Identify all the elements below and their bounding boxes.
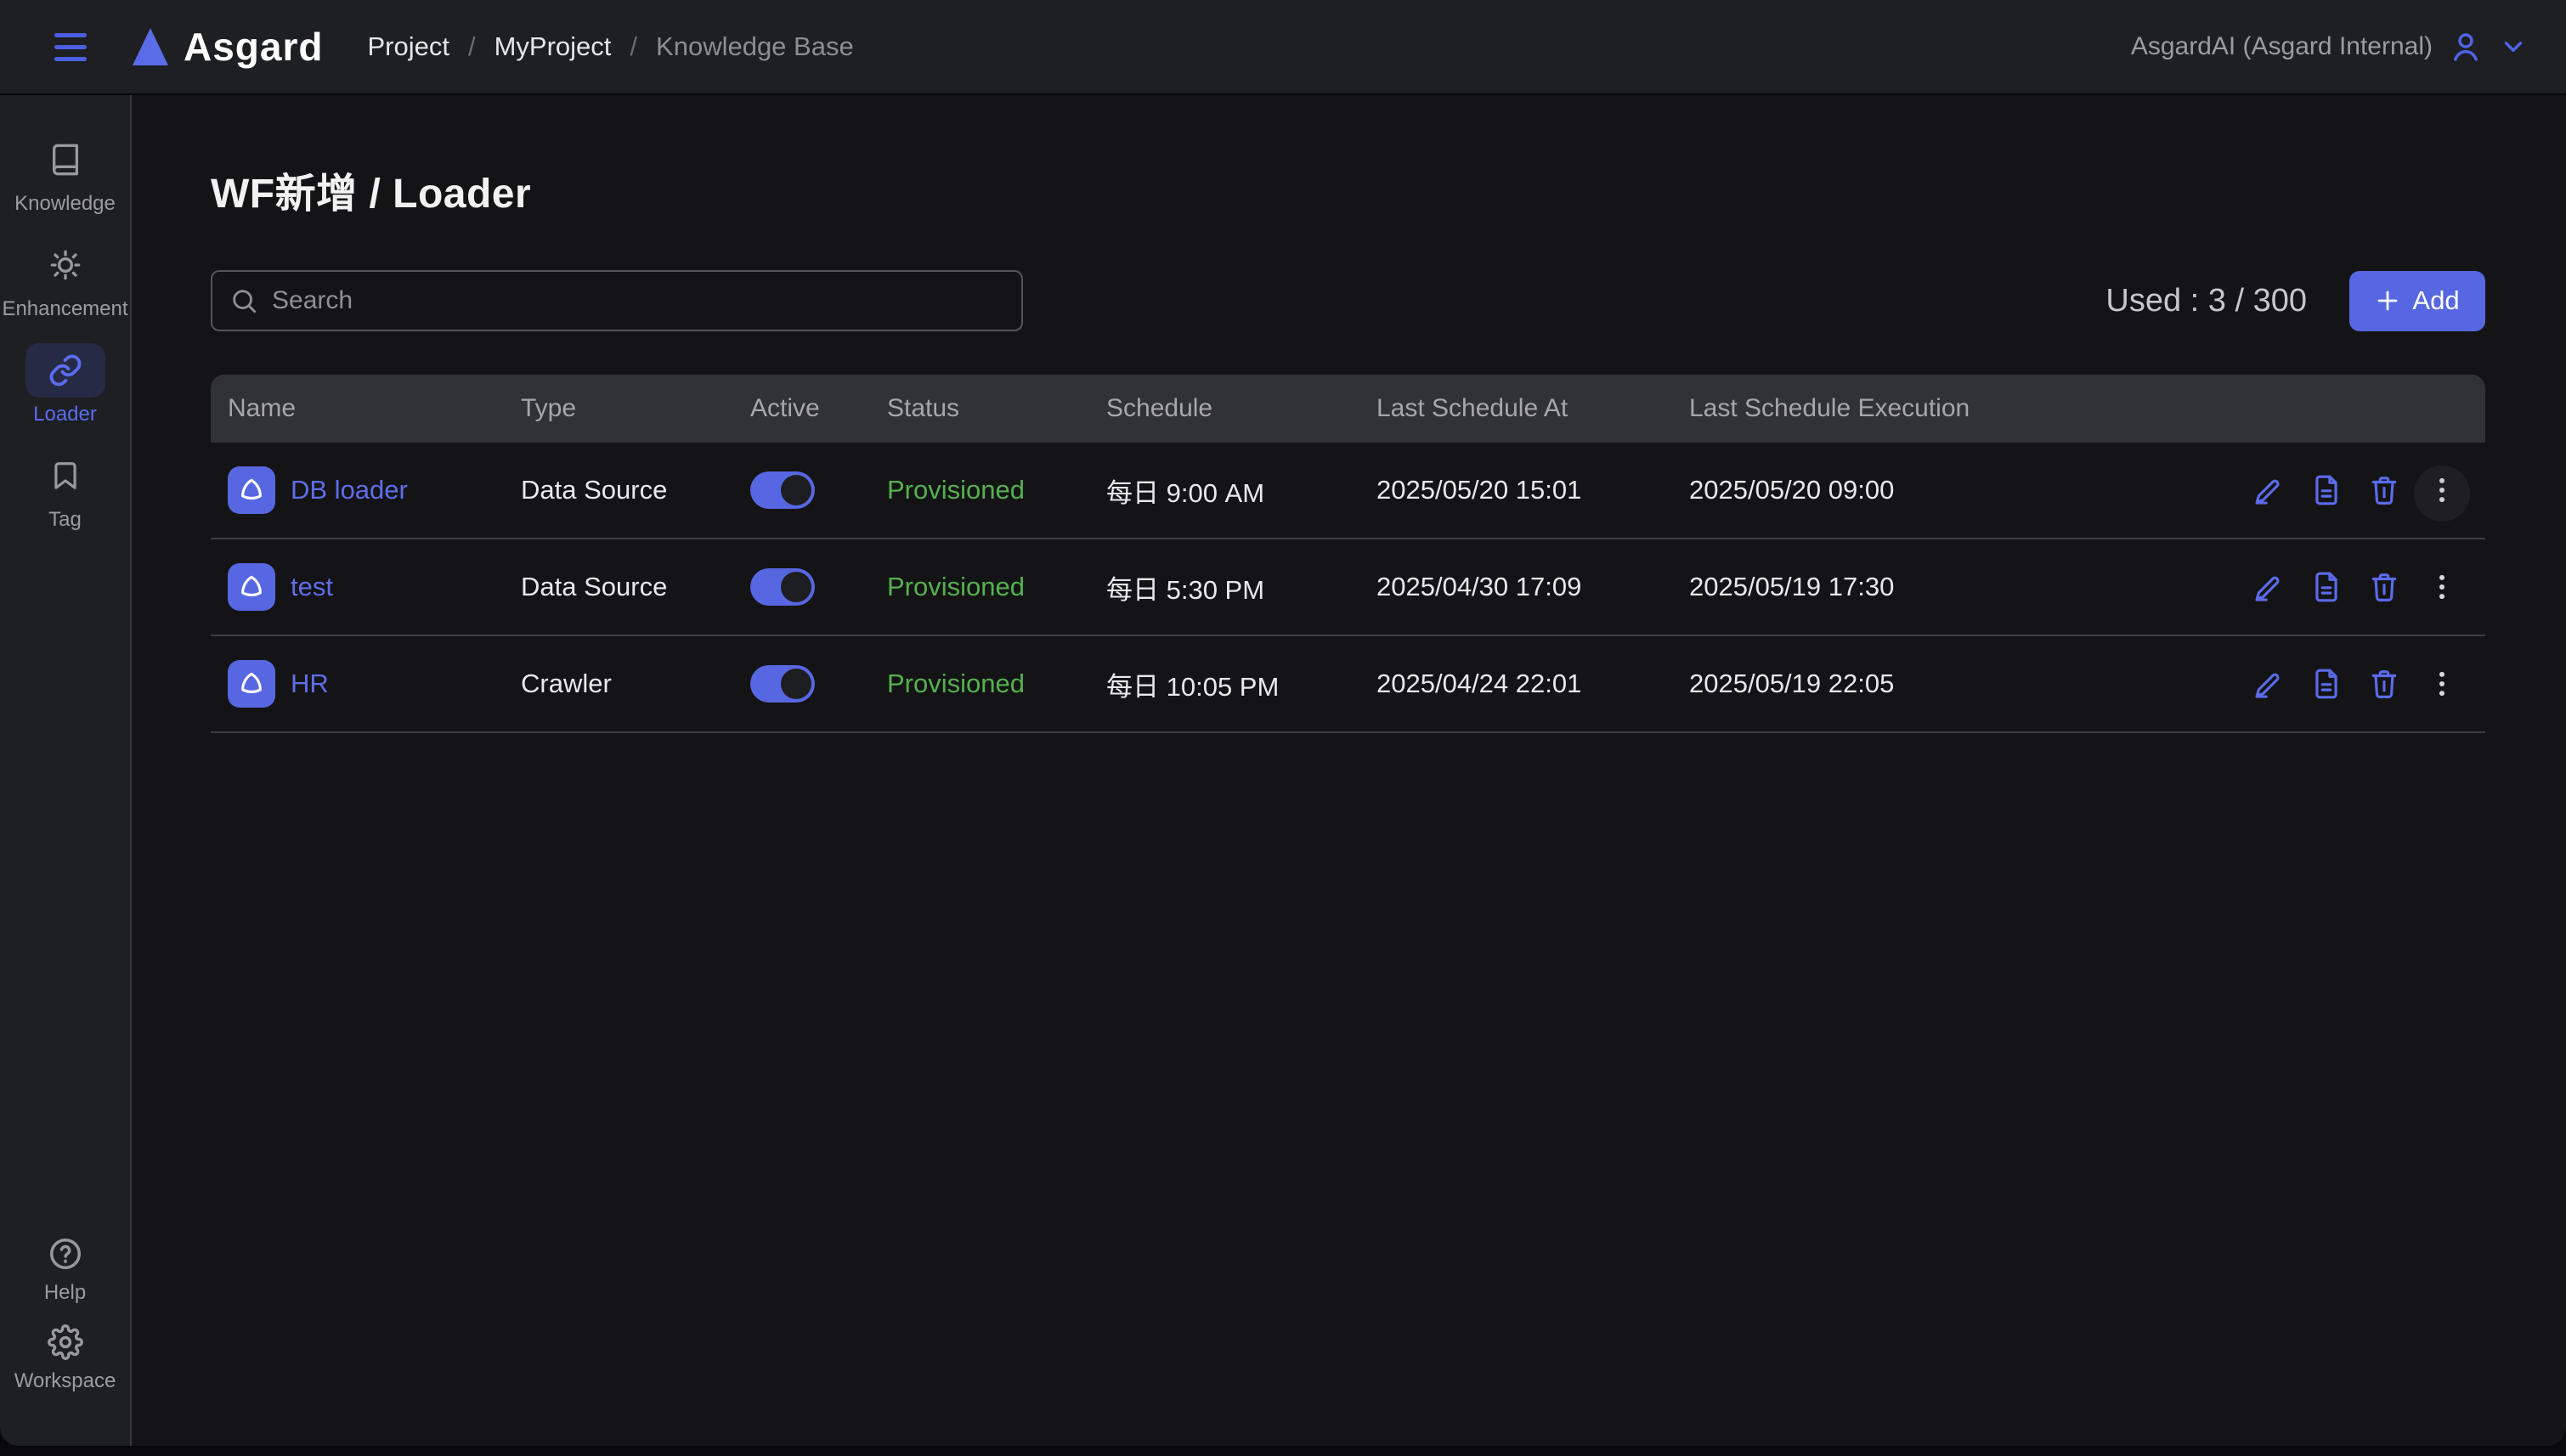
top-bar: Asgard Project / MyProject / Knowledge B…	[0, 0, 2566, 93]
page-title: WF新增 / Loader	[211, 160, 2485, 219]
sidebar: Knowledge Enhancement Loader Tag	[0, 95, 132, 1446]
sidebar-item-workspace[interactable]: Workspace	[0, 1320, 130, 1393]
sidebar-item-knowledge[interactable]: Knowledge	[0, 133, 130, 216]
column-header-type: Type	[504, 394, 733, 423]
active-toggle[interactable]	[750, 471, 815, 509]
schedule-value: 每日 9:00 AM	[1106, 471, 1264, 510]
search-icon	[229, 286, 258, 315]
hamburger-menu-icon[interactable]	[54, 33, 87, 61]
account-menu[interactable]: AsgardAI (Asgard Internal)	[2131, 29, 2528, 65]
gear-icon	[25, 1320, 105, 1364]
table-row: DB loader Data Source Provisioned 每日 9:0…	[211, 443, 2485, 539]
edit-icon[interactable]	[2252, 571, 2285, 603]
breadcrumb-project[interactable]: Project	[367, 31, 449, 62]
bookmark-icon	[25, 449, 105, 503]
schedule-value: 每日 5:30 PM	[1106, 568, 1264, 607]
sidebar-item-label: Help	[44, 1281, 86, 1305]
column-header-last-schedule-at: Last Schedule At	[1359, 394, 1672, 423]
kebab-menu-icon[interactable]	[2426, 571, 2458, 603]
loader-name-link[interactable]: DB loader	[291, 475, 408, 505]
usage-counter: Used : 3 / 300	[2105, 283, 2307, 319]
edit-icon[interactable]	[2252, 668, 2285, 700]
status-badge: Provisioned	[887, 475, 1025, 505]
breadcrumb: Project / MyProject / Knowledge Base	[367, 31, 853, 62]
column-header-last-schedule-execution: Last Schedule Execution	[1672, 394, 2230, 423]
active-toggle[interactable]	[750, 568, 815, 606]
kebab-menu-icon[interactable]	[2426, 474, 2458, 506]
last-schedule-at-value: 2025/05/20 15:01	[1376, 475, 1581, 505]
status-badge: Provisioned	[887, 669, 1025, 699]
last-schedule-at-value: 2025/04/30 17:09	[1376, 572, 1581, 602]
kebab-menu-icon[interactable]	[2426, 668, 2458, 700]
loader-type: Data Source	[521, 475, 667, 505]
table-header-row: Name Type Active Status Schedule Last Sc…	[211, 375, 2485, 443]
search-box	[211, 270, 1023, 331]
table-row: test Data Source Provisioned 每日 5:30 PM …	[211, 539, 2485, 636]
help-circle-icon	[25, 1232, 105, 1276]
breadcrumb-my-project[interactable]: MyProject	[495, 31, 612, 62]
sidebar-item-label: Workspace	[14, 1369, 116, 1393]
sidebar-item-label: Loader	[33, 403, 97, 426]
app-title: Asgard	[184, 24, 323, 70]
trash-icon[interactable]	[2368, 474, 2400, 506]
column-header-name: Name	[211, 394, 504, 423]
toolbar: Used : 3 / 300 Add	[211, 270, 2485, 331]
edit-icon[interactable]	[2252, 474, 2285, 506]
account-label: AsgardAI (Asgard Internal)	[2131, 32, 2433, 61]
loader-type: Crawler	[521, 669, 612, 699]
document-icon[interactable]	[2310, 474, 2343, 506]
triangle-logo-icon	[133, 28, 168, 65]
app-logo[interactable]: Asgard	[133, 24, 323, 70]
table-row: HR Crawler Provisioned 每日 10:05 PM 2025/…	[211, 636, 2485, 733]
sidebar-item-help[interactable]: Help	[0, 1232, 130, 1305]
document-icon[interactable]	[2310, 668, 2343, 700]
trash-icon[interactable]	[2368, 668, 2400, 700]
add-button[interactable]: Add	[2349, 271, 2485, 331]
breadcrumb-current: Knowledge Base	[656, 31, 854, 62]
book-icon	[25, 133, 105, 187]
last-schedule-execution-value: 2025/05/19 22:05	[1689, 669, 1894, 699]
status-badge: Provisioned	[887, 572, 1025, 602]
main-content: WF新增 / Loader Used : 3 / 300 Add Name Ty…	[132, 95, 2566, 1446]
last-schedule-at-value: 2025/04/24 22:01	[1376, 669, 1581, 699]
trash-icon[interactable]	[2368, 571, 2400, 603]
column-header-status: Status	[870, 394, 1089, 423]
loader-name-link[interactable]: HR	[291, 669, 329, 699]
link-icon	[25, 343, 105, 398]
chevron-down-icon	[2499, 32, 2528, 61]
sidebar-item-enhancement[interactable]: Enhancement	[0, 238, 130, 321]
column-header-active: Active	[733, 394, 870, 423]
plus-icon	[2375, 288, 2400, 313]
loader-type: Data Source	[521, 572, 667, 602]
active-toggle[interactable]	[750, 665, 815, 703]
last-schedule-execution-value: 2025/05/19 17:30	[1689, 572, 1894, 602]
sidebar-item-label: Knowledge	[14, 192, 116, 216]
loader-table: Name Type Active Status Schedule Last Sc…	[211, 375, 2485, 733]
loader-knot-icon	[228, 466, 275, 514]
sidebar-item-label: Tag	[48, 508, 82, 532]
loader-name-link[interactable]: test	[291, 572, 333, 602]
sun-icon	[25, 238, 105, 292]
last-schedule-execution-value: 2025/05/20 09:00	[1689, 475, 1894, 505]
loader-knot-icon	[228, 660, 275, 708]
column-header-schedule: Schedule	[1089, 394, 1359, 423]
search-input[interactable]	[272, 286, 1004, 315]
add-button-label: Add	[2412, 285, 2459, 316]
schedule-value: 每日 10:05 PM	[1106, 665, 1279, 703]
document-icon[interactable]	[2310, 571, 2343, 603]
sidebar-item-tag[interactable]: Tag	[0, 449, 130, 532]
sidebar-item-label: Enhancement	[2, 297, 127, 321]
loader-knot-icon	[228, 563, 275, 611]
breadcrumb-separator: /	[468, 31, 476, 62]
user-icon	[2448, 29, 2484, 65]
breadcrumb-separator: /	[630, 31, 637, 62]
sidebar-footer: Help Workspace	[0, 1232, 130, 1408]
sidebar-item-loader[interactable]: Loader	[0, 343, 130, 426]
